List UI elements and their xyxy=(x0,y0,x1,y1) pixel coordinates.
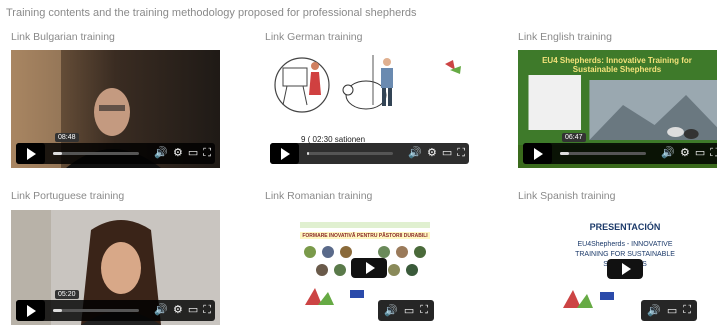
play-icon xyxy=(281,147,290,160)
seek-bar[interactable] xyxy=(307,152,393,155)
play-icon xyxy=(365,262,375,274)
gear-icon[interactable]: ⚙ xyxy=(680,145,690,162)
player-controls: 🔊 ⚙ ▭ ⛶ xyxy=(16,143,215,164)
play-icon xyxy=(621,263,631,275)
player-controls: 🔊 ⚙ ▭ ⛶ xyxy=(270,143,469,164)
seek-progress xyxy=(307,152,309,155)
player-controls: 🔊 ⚙ ▭ ⛶ xyxy=(523,143,717,164)
thumb-title: PRESENTACIÓN xyxy=(589,222,661,232)
seek-bar[interactable] xyxy=(560,152,646,155)
label-romanian[interactable]: Link Romanian training xyxy=(265,190,372,202)
picture-in-picture-icon[interactable]: ▭ xyxy=(442,145,452,162)
play-icon xyxy=(27,147,36,160)
time-tooltip: 08:48 xyxy=(55,133,79,142)
seek-progress xyxy=(560,152,569,155)
fullscreen-icon[interactable]: ⛶ xyxy=(420,304,428,317)
play-button[interactable] xyxy=(270,143,299,164)
time-tooltip: 05:20 xyxy=(55,290,79,299)
picture-in-picture-icon[interactable]: ▭ xyxy=(188,302,198,319)
gear-icon[interactable]: ⚙ xyxy=(173,302,183,319)
gear-icon[interactable]: ⚙ xyxy=(173,145,183,162)
thumb-title: EU4 Shepherds: Innovative Training for S… xyxy=(542,56,692,74)
picture-in-picture-icon[interactable]: ▭ xyxy=(188,145,198,162)
picture-in-picture-icon[interactable]: ▭ xyxy=(404,304,414,317)
volume-icon[interactable]: 🔊 xyxy=(154,302,168,319)
label-german[interactable]: Link German training xyxy=(265,31,362,43)
intro-text: Training contents and the training metho… xyxy=(6,7,417,19)
volume-icon[interactable]: 🔊 xyxy=(408,145,422,162)
volume-icon[interactable]: 🔊 xyxy=(384,304,398,317)
fullscreen-icon[interactable]: ⛶ xyxy=(457,145,465,162)
time-tooltip: 06:47 xyxy=(562,133,586,142)
fullscreen-icon[interactable]: ⛶ xyxy=(203,302,211,319)
seek-progress xyxy=(53,152,62,155)
play-icon xyxy=(27,304,36,317)
seek-bar[interactable] xyxy=(53,309,139,312)
fullscreen-icon[interactable]: ⛶ xyxy=(683,304,691,317)
seek-bar[interactable] xyxy=(53,152,139,155)
gear-icon[interactable]: ⚙ xyxy=(427,145,437,162)
label-spanish[interactable]: Link Spanish training xyxy=(518,190,615,202)
play-button[interactable] xyxy=(16,300,45,321)
play-icon xyxy=(534,147,543,160)
seek-progress xyxy=(53,309,62,312)
play-button[interactable] xyxy=(523,143,552,164)
label-english[interactable]: Link English training xyxy=(518,31,612,43)
player-controls: 🔊 ▭ ⛶ xyxy=(378,300,434,321)
video-spanish[interactable]: PRESENTACIÓN EU4Shepherds - INNOVATIVE T… xyxy=(545,210,705,325)
video-english[interactable]: EU4 Shepherds: Innovative Training for S… xyxy=(518,50,717,168)
fullscreen-icon[interactable]: ⛶ xyxy=(710,145,717,162)
video-german[interactable]: 9 ( 02:30 sationen 🔊 ⚙ ▭ ⛶ xyxy=(265,50,474,168)
video-bulgarian[interactable]: 08:48 🔊 ⚙ ▭ ⛶ xyxy=(11,50,220,168)
play-button[interactable] xyxy=(607,259,643,279)
volume-icon[interactable]: 🔊 xyxy=(154,145,168,162)
picture-in-picture-icon[interactable]: ▭ xyxy=(667,304,677,317)
volume-icon[interactable]: 🔊 xyxy=(647,304,661,317)
play-button[interactable] xyxy=(351,258,387,278)
play-button[interactable] xyxy=(16,143,45,164)
picture-in-picture-icon[interactable]: ▭ xyxy=(695,145,705,162)
label-bulgarian[interactable]: Link Bulgarian training xyxy=(11,31,115,43)
player-controls: 🔊 ▭ ⛶ xyxy=(641,300,697,321)
volume-icon[interactable]: 🔊 xyxy=(661,145,675,162)
video-romanian[interactable]: FORMARE INOVATIVĂ PENTRU PĂSTORII DURABI… xyxy=(290,210,440,325)
label-portuguese[interactable]: Link Portuguese training xyxy=(11,190,124,202)
fullscreen-icon[interactable]: ⛶ xyxy=(203,145,211,162)
thumb-title: FORMARE INOVATIVĂ PENTRU PĂSTORII DURABI… xyxy=(302,233,428,239)
video-portuguese[interactable]: 05:20 🔊 ⚙ ▭ ⛶ xyxy=(11,210,220,325)
player-controls: 🔊 ⚙ ▭ ⛶ xyxy=(16,300,215,321)
